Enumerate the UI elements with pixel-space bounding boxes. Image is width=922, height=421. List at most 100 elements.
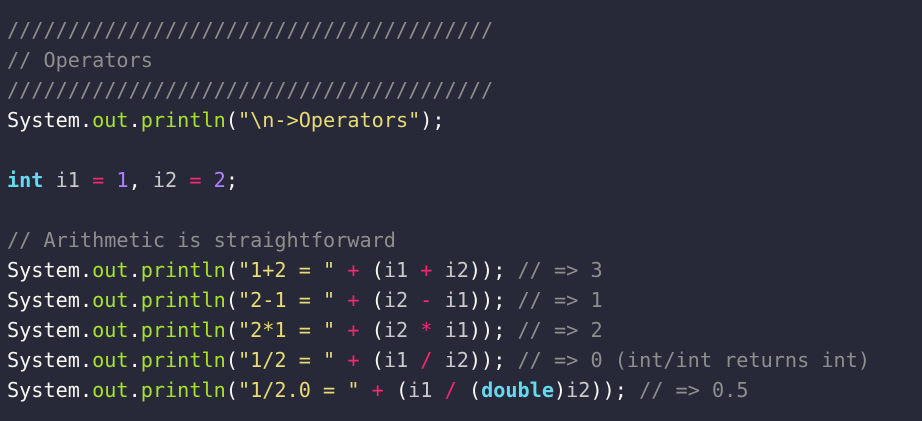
code-token-punct: . [128,318,141,342]
code-token-punct: ; [225,168,238,192]
code-line: System.out.println("2*1 = " + (i2 * i1))… [7,315,922,345]
code-token-member: println [140,348,226,372]
code-token-member: println [140,108,226,132]
code-token-punct: ( [225,348,238,372]
code-token-punct: ( [225,258,238,282]
code-line: //////////////////////////////////////// [7,15,922,45]
code-token-member: println [140,288,226,312]
code-token-member: out [92,108,129,132]
code-token-punct: . [128,378,141,402]
code-token-op: = [92,168,105,192]
code-line: System.out.println("1/2 = " + (i1 / i2))… [7,345,922,375]
code-token-plain: System [7,378,80,402]
code-token-number: 2 [213,168,226,192]
code-token-plain: System [7,108,80,132]
code-token-punct: . [79,318,93,342]
code-token-punct: )); [468,348,506,372]
code-token-op: - [420,288,433,312]
code-token-punct: )); [468,288,506,312]
code-token-punct: )); [590,378,627,402]
code-token-op: + [347,288,360,312]
code-token-var: i1 [444,318,469,342]
code-token-punct: )); [468,258,506,282]
code-token-plain: System [7,318,80,342]
code-token-member: println [140,318,226,342]
code-token-punct: . [128,258,141,282]
code-token-punct: ( [371,318,384,342]
code-token-plain: System [7,258,80,282]
code-token-string: "1+2 = " [237,258,336,282]
code-line: System.out.println("1+2 = " + (i1 + i2))… [7,255,922,285]
code-token-punct: ( [395,378,409,402]
code-token-var: i2 [383,288,409,312]
code-token-string: "\n->Operators" [237,108,421,132]
code-token-var: i2 [444,258,469,282]
code-token-comment: // => 2 [517,318,603,342]
code-token-op: + [347,348,360,372]
code-token-string: "1/2.0 = " [237,378,360,402]
code-token-var: i2 [566,378,591,402]
code-token-var: i1 [55,168,80,192]
code-token-op: + [347,258,360,282]
code-token-punct: . [79,378,93,402]
code-line: int i1 = 1, i2 = 2; [7,165,922,195]
code-token-string: "2*1 = " [237,318,336,342]
code-token-comment: // Arithmetic is straightforward [7,228,396,252]
code-token-punct: ( [225,378,238,402]
code-token-keyword: double [481,378,554,402]
code-token-member: out [92,348,129,372]
code-token-punct: ( [371,288,384,312]
code-token-member: out [92,378,129,402]
code-line: System.out.println("1/2.0 = " + (i1 / (d… [7,375,922,405]
code-token-punct: ( [225,318,238,342]
code-token-string: "1/2 = " [237,348,336,372]
code-token-var: i2 [444,348,469,372]
code-line: System.out.println("\n->Operators"); [7,105,922,135]
code-token-op: + [371,378,384,402]
code-token-op: / [444,378,457,402]
code-line-blank: ​ [7,195,922,225]
code-token-punct: ( [225,108,238,132]
code-token-comment: // => 3 [517,258,603,282]
code-token-string: "2-1 = " [237,288,336,312]
code-token-comment: // => 1 [517,288,603,312]
code-token-comment: // => 0.5 [639,378,749,402]
code-line-blank: ​ [7,135,922,165]
code-token-var: i1 [383,258,409,282]
code-token-var: i1 [444,288,469,312]
code-token-op: * [420,318,433,342]
code-token-comment: // Operators [7,48,153,72]
code-token-punct: . [128,108,141,132]
code-token-member: out [92,318,129,342]
code-token-op: / [420,348,433,372]
code-token-member: println [140,258,226,282]
code-token-comment: //////////////////////////////////////// [7,18,494,42]
code-line: //////////////////////////////////////// [7,75,922,105]
code-editor[interactable]: ////////////////////////////////////////… [0,0,922,421]
code-token-op: + [420,258,433,282]
code-token-op: = [189,168,202,192]
code-token-plain: System [7,348,80,372]
